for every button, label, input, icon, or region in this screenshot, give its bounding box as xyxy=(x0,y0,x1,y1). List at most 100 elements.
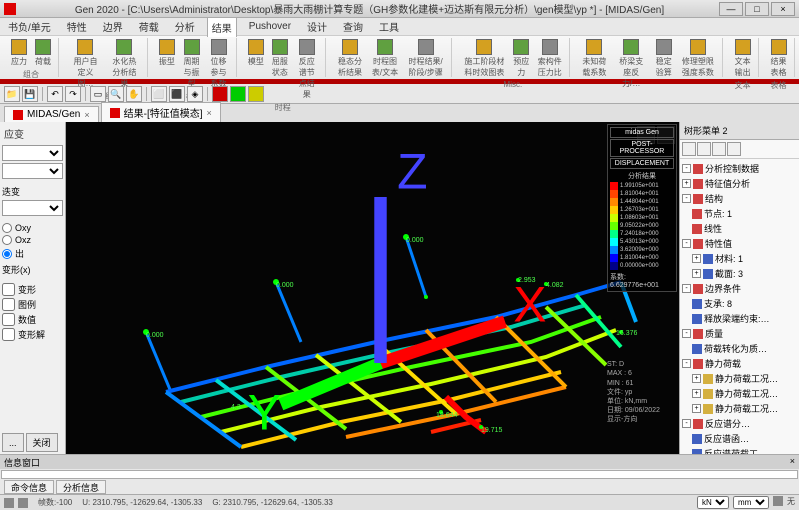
ribbon-button[interactable]: 预应力 xyxy=(510,38,532,79)
tree-item[interactable]: -反应谱分… xyxy=(682,416,797,431)
tree-item[interactable]: +材料: 1 xyxy=(682,251,797,266)
ribbon-button[interactable]: 桥梁支座反力/… xyxy=(612,38,650,90)
tab-close-icon[interactable]: × xyxy=(84,110,89,120)
tree-item[interactable]: +静力荷载工况… xyxy=(682,386,797,401)
tree-item[interactable]: -分析控制数据 xyxy=(682,161,797,176)
tree-toggle-icon[interactable]: - xyxy=(682,164,691,173)
ribbon-button[interactable]: 未知荷载系数 xyxy=(578,38,610,90)
tool-save-icon[interactable]: 💾 xyxy=(22,86,38,102)
tab-midas-gen[interactable]: MIDAS/Gen × xyxy=(4,106,99,122)
bottom-close-icon[interactable]: × xyxy=(790,456,795,468)
tree-item[interactable]: 节点: 1 xyxy=(682,206,797,221)
ribbon-button[interactable]: 时程结果/阶段/步骤 xyxy=(404,38,448,79)
menu-property[interactable]: 特性 xyxy=(63,17,91,36)
check-value[interactable]: 数值 xyxy=(2,312,63,327)
tree-toggle-icon[interactable]: - xyxy=(682,194,691,203)
ribbon-button[interactable]: 位移参与系数 xyxy=(205,38,232,90)
tree-item[interactable]: -质量 xyxy=(682,326,797,341)
tree-toggle-icon[interactable]: + xyxy=(692,269,701,278)
tool-pause-icon[interactable] xyxy=(248,86,264,102)
ribbon-button[interactable]: 稳定验算 xyxy=(652,38,675,90)
tree-toggle-icon[interactable]: + xyxy=(692,374,701,383)
tree-toggle-icon[interactable]: - xyxy=(682,329,691,338)
tab-results-mode[interactable]: 结果-[特征值模态] × xyxy=(101,102,221,122)
tool-pan-icon[interactable]: ✋ xyxy=(126,86,142,102)
viewport-3d[interactable]: 0.0000.0000.0002.9534.08216.37619.71518.… xyxy=(66,122,679,454)
menu-load[interactable]: 荷载 xyxy=(135,17,163,36)
status-unit-force[interactable]: kN xyxy=(697,496,729,509)
menu-tools[interactable]: 工具 xyxy=(375,17,403,36)
result-type-combo[interactable] xyxy=(2,145,63,161)
tree-item[interactable]: 反应谱荷载工… xyxy=(682,446,797,454)
ribbon-button[interactable]: 施工阶段材料时效图表 xyxy=(460,38,508,79)
maximize-button[interactable]: □ xyxy=(745,2,769,16)
tree-toggle-icon[interactable]: - xyxy=(682,419,691,428)
tool-select-icon[interactable]: ▭ xyxy=(90,86,106,102)
tree-toggle-icon[interactable]: - xyxy=(682,239,691,248)
menu-design[interactable]: 设计 xyxy=(303,17,331,36)
tree-toggle-icon[interactable]: - xyxy=(682,284,691,293)
ribbon-button[interactable]: 屈服状态 xyxy=(269,38,291,101)
step-combo[interactable] xyxy=(2,200,63,216)
check-deform[interactable]: 变形 xyxy=(2,282,63,297)
close-button[interactable]: × xyxy=(771,2,795,16)
tree-item[interactable]: 线性 xyxy=(682,221,797,236)
tree-item[interactable]: 支承: 8 xyxy=(682,296,797,311)
minimize-button[interactable]: — xyxy=(719,2,743,16)
ribbon-button[interactable]: 文本输出 xyxy=(731,38,754,79)
ribbon-button[interactable]: 应力 xyxy=(8,38,30,68)
menu-node-element[interactable]: 书负/单元 xyxy=(4,17,55,36)
tree-toggle-icon[interactable]: + xyxy=(692,389,701,398)
tree-item[interactable]: 荷载转化为质… xyxy=(682,341,797,356)
status-unit-length[interactable]: mm xyxy=(733,496,769,509)
menu-results[interactable]: 结果 xyxy=(207,17,237,37)
ribbon-button[interactable]: 振型 xyxy=(156,38,178,90)
ribbon-button[interactable]: 时程图表/文本 xyxy=(368,38,402,79)
load-case-combo[interactable] xyxy=(2,163,63,179)
tree-item[interactable]: 反应谱函… xyxy=(682,431,797,446)
radio-oxz[interactable]: Oxz xyxy=(2,234,63,246)
tool-undo-icon[interactable]: ↶ xyxy=(47,86,63,102)
check-deform-shape[interactable]: 变形解 xyxy=(2,327,63,342)
menu-analysis[interactable]: 分析 xyxy=(171,17,199,36)
bottom-tab-command[interactable]: 命令信息 xyxy=(4,480,54,494)
menu-query[interactable]: 查询 xyxy=(339,17,367,36)
tree-item[interactable]: +特征值分析 xyxy=(682,176,797,191)
status-snap-icon[interactable] xyxy=(773,496,783,506)
panel-ellipsis-button[interactable]: ... xyxy=(2,433,24,452)
ribbon-button[interactable]: 稳态分析结果 xyxy=(334,38,366,79)
panel-close-button[interactable]: 关闭 xyxy=(26,433,58,452)
tree-item[interactable]: 释放梁端约束:… xyxy=(682,311,797,326)
tree-item[interactable]: -静力荷载 xyxy=(682,356,797,371)
tool-zoom-icon[interactable]: 🔍 xyxy=(108,86,124,102)
tree-item[interactable]: +静力荷载工况… xyxy=(682,401,797,416)
radio-oxy[interactable]: Oxy xyxy=(2,222,63,234)
tree-toggle-icon[interactable]: + xyxy=(692,254,701,263)
ribbon-button[interactable]: 荷载 xyxy=(32,38,54,68)
tree-tool-2[interactable] xyxy=(697,142,711,156)
ribbon-button[interactable]: 索构件压力比 xyxy=(534,38,565,79)
ribbon-button[interactable]: 结果表格 xyxy=(767,38,790,79)
tree-toggle-icon[interactable]: + xyxy=(682,179,691,188)
tree-item[interactable]: +静力荷载工况… xyxy=(682,371,797,386)
ribbon-button[interactable]: 用户自定义图… xyxy=(67,38,104,90)
ribbon-button[interactable]: 反应谱节点结果 xyxy=(293,38,321,101)
tool-view-top-icon[interactable]: ⬛ xyxy=(169,86,185,102)
menu-pushover[interactable]: Pushover xyxy=(245,19,295,34)
ribbon-button[interactable]: 周期与振型 xyxy=(180,38,203,90)
tree-tool-3[interactable] xyxy=(712,142,726,156)
tree-item[interactable]: -边界条件 xyxy=(682,281,797,296)
tree-toggle-icon[interactable]: + xyxy=(692,404,701,413)
tool-play-icon[interactable] xyxy=(230,86,246,102)
bottom-tab-analysis[interactable]: 分析信息 xyxy=(56,480,106,494)
tab-close-icon[interactable]: × xyxy=(207,108,212,118)
ribbon-button[interactable]: 水化热分析结果 xyxy=(106,38,143,90)
tool-record-icon[interactable] xyxy=(212,86,228,102)
tree-tool-1[interactable] xyxy=(682,142,696,156)
radio-out[interactable]: 出 xyxy=(2,246,63,261)
check-legend[interactable]: 图例 xyxy=(2,297,63,312)
tool-view-iso-icon[interactable]: ◈ xyxy=(187,86,203,102)
tree-item[interactable]: -特性值 xyxy=(682,236,797,251)
tree-toggle-icon[interactable]: - xyxy=(682,359,691,368)
ribbon-button[interactable]: 修理塑限强度系数 xyxy=(677,38,718,90)
